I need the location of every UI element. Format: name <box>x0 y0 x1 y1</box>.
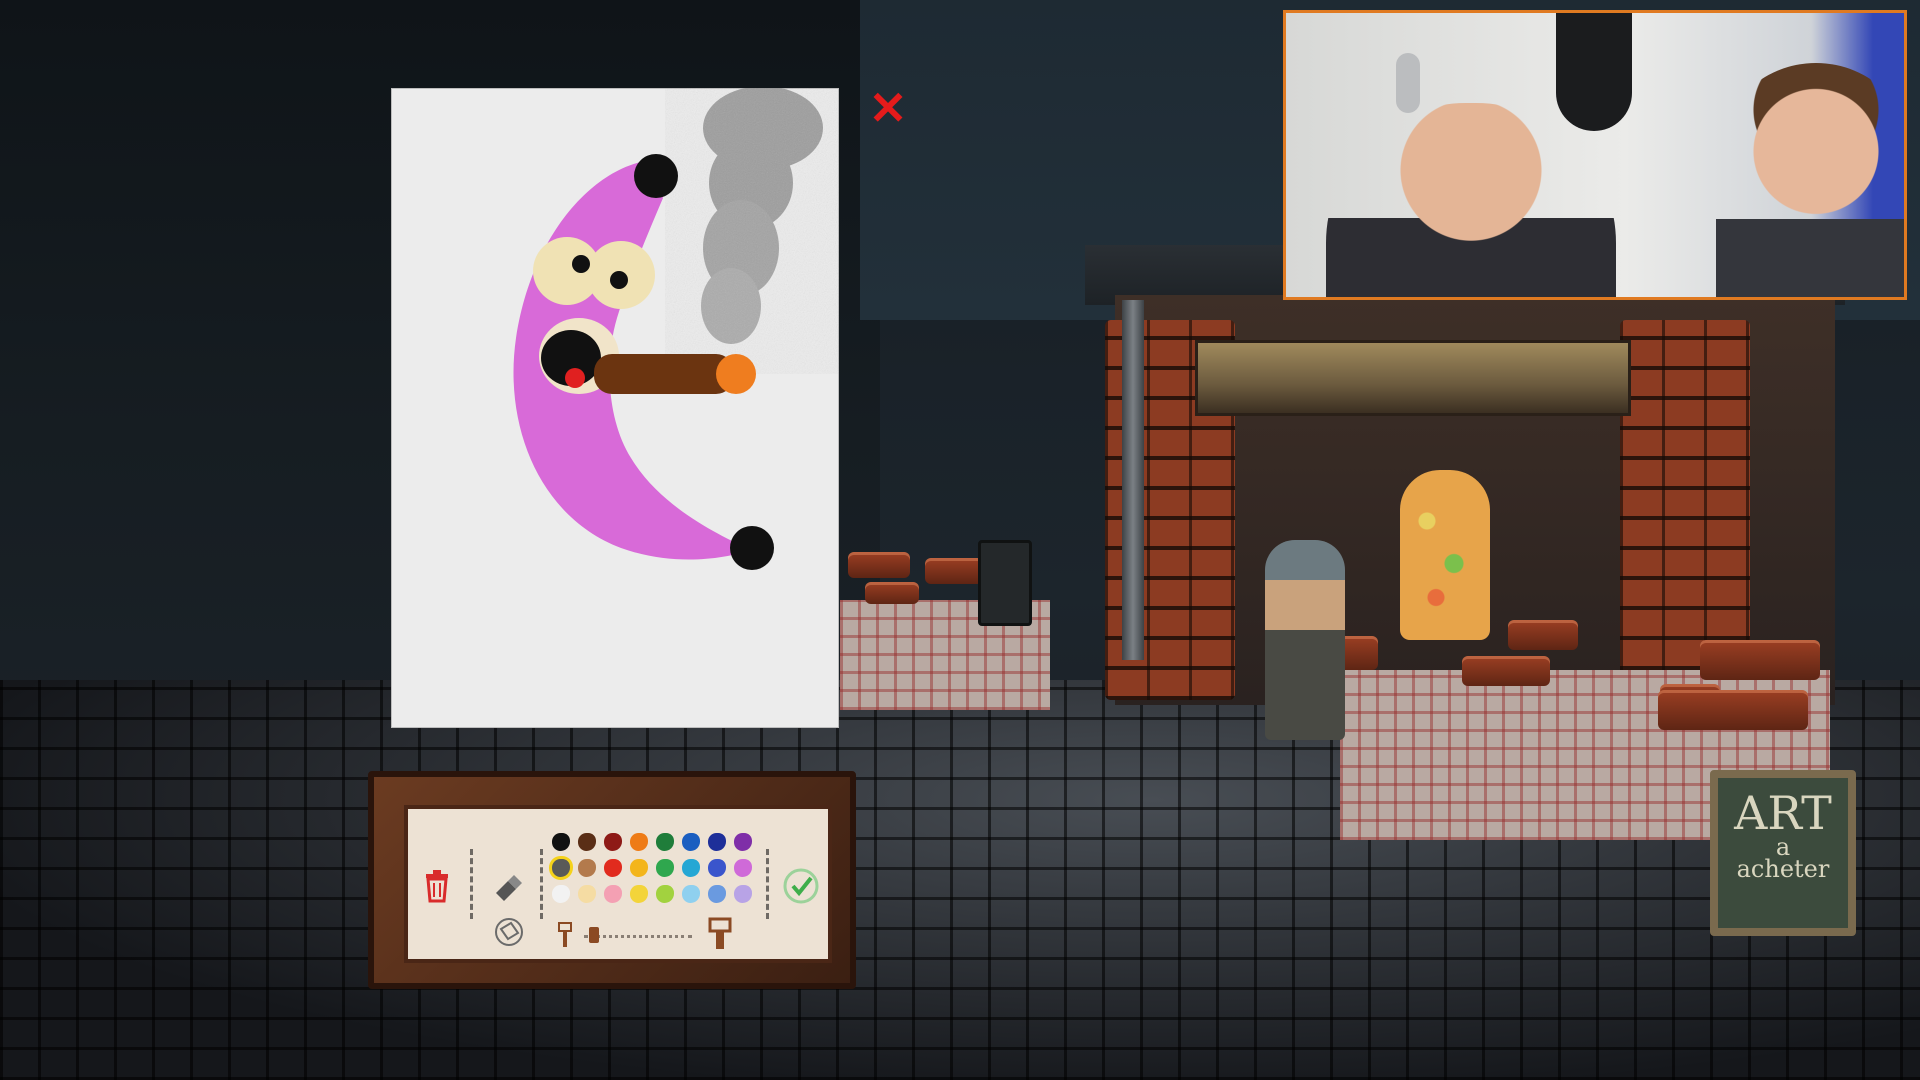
drain-pipe <box>1122 300 1144 660</box>
color-swatch[interactable] <box>630 885 648 903</box>
brick-item[interactable] <box>1508 620 1578 650</box>
brick-item[interactable] <box>848 552 910 578</box>
banana-tip-bottom <box>730 526 774 570</box>
close-icon[interactable]: ✕ <box>868 85 908 131</box>
color-swatch[interactable] <box>656 885 674 903</box>
brick-item[interactable] <box>1462 656 1550 686</box>
webcam-overlay <box>1283 10 1907 300</box>
paint-toolbar <box>368 771 856 989</box>
brush-size-slider[interactable] <box>589 927 600 943</box>
separator <box>470 849 473 919</box>
fill-bucket-icon[interactable] <box>492 917 526 947</box>
pupil-right <box>610 271 628 289</box>
checkmark-confirm-icon[interactable] <box>782 867 820 905</box>
brick-item[interactable] <box>1700 640 1820 680</box>
trash-icon[interactable] <box>422 869 452 903</box>
cigar-ember <box>716 354 756 394</box>
color-swatch[interactable] <box>682 859 700 877</box>
microphone-small <box>1396 53 1420 113</box>
separator <box>766 849 769 919</box>
pupil-left <box>572 255 590 273</box>
color-swatch[interactable] <box>682 833 700 851</box>
color-swatch[interactable] <box>578 833 596 851</box>
sign-subtitle-2: acheter <box>1736 855 1830 883</box>
drawing-artwork <box>513 86 841 570</box>
color-swatch[interactable] <box>682 885 700 903</box>
brush-small-icon[interactable] <box>556 921 574 949</box>
cigar <box>594 354 734 394</box>
npc-painter[interactable] <box>1400 470 1490 640</box>
color-swatch[interactable] <box>630 833 648 851</box>
color-swatch[interactable] <box>552 833 570 851</box>
color-swatch[interactable] <box>656 859 674 877</box>
banana-tip-top <box>634 154 678 198</box>
toolbar-panel <box>404 805 832 963</box>
color-swatch[interactable] <box>604 885 622 903</box>
separator <box>540 849 543 919</box>
drawing-canvas[interactable] <box>391 86 841 728</box>
color-swatch[interactable] <box>552 859 570 877</box>
microphone <box>1556 13 1632 131</box>
color-swatch[interactable] <box>630 859 648 877</box>
color-swatch[interactable] <box>708 859 726 877</box>
color-swatch[interactable] <box>708 885 726 903</box>
brick-item[interactable] <box>925 558 983 584</box>
color-swatch[interactable] <box>552 885 570 903</box>
color-swatch[interactable] <box>578 885 596 903</box>
color-swatch[interactable] <box>604 859 622 877</box>
brush-size-track[interactable] <box>584 935 692 938</box>
smoke-scribble <box>681 86 841 348</box>
color-swatch[interactable] <box>734 885 752 903</box>
color-swatch[interactable] <box>734 833 752 851</box>
tongue <box>565 368 585 388</box>
color-swatch[interactable] <box>578 859 596 877</box>
color-swatch[interactable] <box>708 833 726 851</box>
brick-item[interactable] <box>1658 690 1808 730</box>
stall-beam <box>1195 340 1631 416</box>
color-swatch[interactable] <box>604 833 622 851</box>
eraser-icon[interactable] <box>492 871 522 901</box>
art-sign: ART a acheter <box>1710 770 1856 936</box>
brick-item[interactable] <box>865 582 919 604</box>
brush-large-icon[interactable] <box>708 917 732 951</box>
streamer-left <box>1326 103 1616 297</box>
streamer-right <box>1716 63 1904 297</box>
color-swatch[interactable] <box>656 833 674 851</box>
sign-title: ART <box>1734 786 1832 840</box>
npc-old-shopkeeper[interactable] <box>1265 540 1345 740</box>
color-swatch[interactable] <box>734 859 752 877</box>
cash-register[interactable] <box>978 540 1032 626</box>
